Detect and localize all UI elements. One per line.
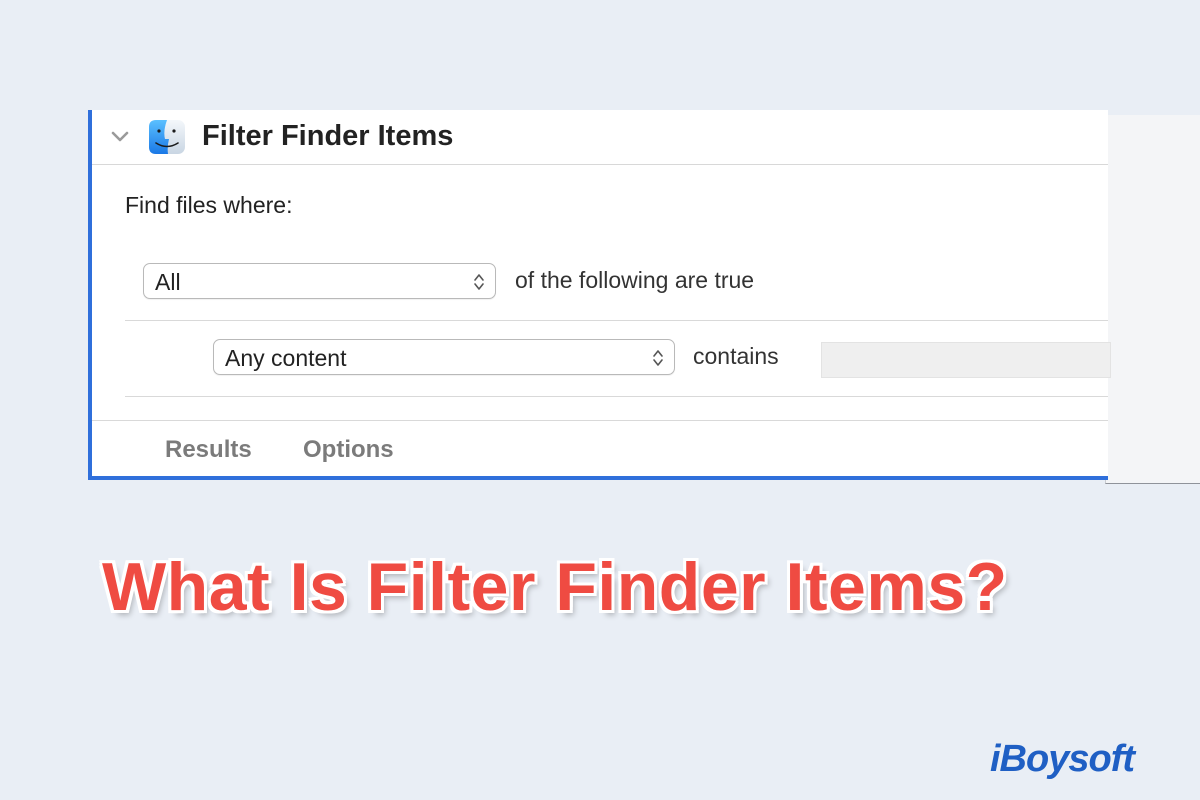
criteria-field-select[interactable]: Any content bbox=[213, 339, 675, 375]
updown-arrows-icon bbox=[474, 274, 484, 290]
finder-icon bbox=[149, 120, 185, 154]
divider bbox=[92, 420, 1108, 421]
criteria-value-field[interactable] bbox=[821, 342, 1111, 378]
find-files-label: Find files where: bbox=[125, 192, 293, 218]
updown-arrows-icon bbox=[653, 350, 663, 366]
tab-results[interactable]: Results bbox=[165, 436, 252, 464]
match-select-value: All bbox=[155, 269, 181, 295]
criteria-operator-label: contains bbox=[693, 343, 779, 369]
filter-finder-items-action: Filter Finder Items Find files where: Al… bbox=[88, 110, 1111, 480]
action-header: Filter Finder Items bbox=[92, 110, 1108, 165]
match-suffix-label: of the following are true bbox=[515, 267, 755, 293]
tab-options[interactable]: Options bbox=[303, 436, 394, 464]
chevron-down-icon[interactable] bbox=[108, 124, 132, 148]
adjacent-window-edge bbox=[1105, 115, 1200, 484]
divider bbox=[125, 320, 1108, 321]
headline: What Is Filter Finder Items? bbox=[102, 549, 1008, 625]
match-select[interactable]: All bbox=[143, 263, 496, 299]
divider bbox=[125, 396, 1108, 397]
criteria-field-value: Any content bbox=[225, 345, 347, 371]
iboysoft-logo: iBoysoft bbox=[990, 738, 1135, 780]
action-title: Filter Finder Items bbox=[202, 120, 454, 152]
